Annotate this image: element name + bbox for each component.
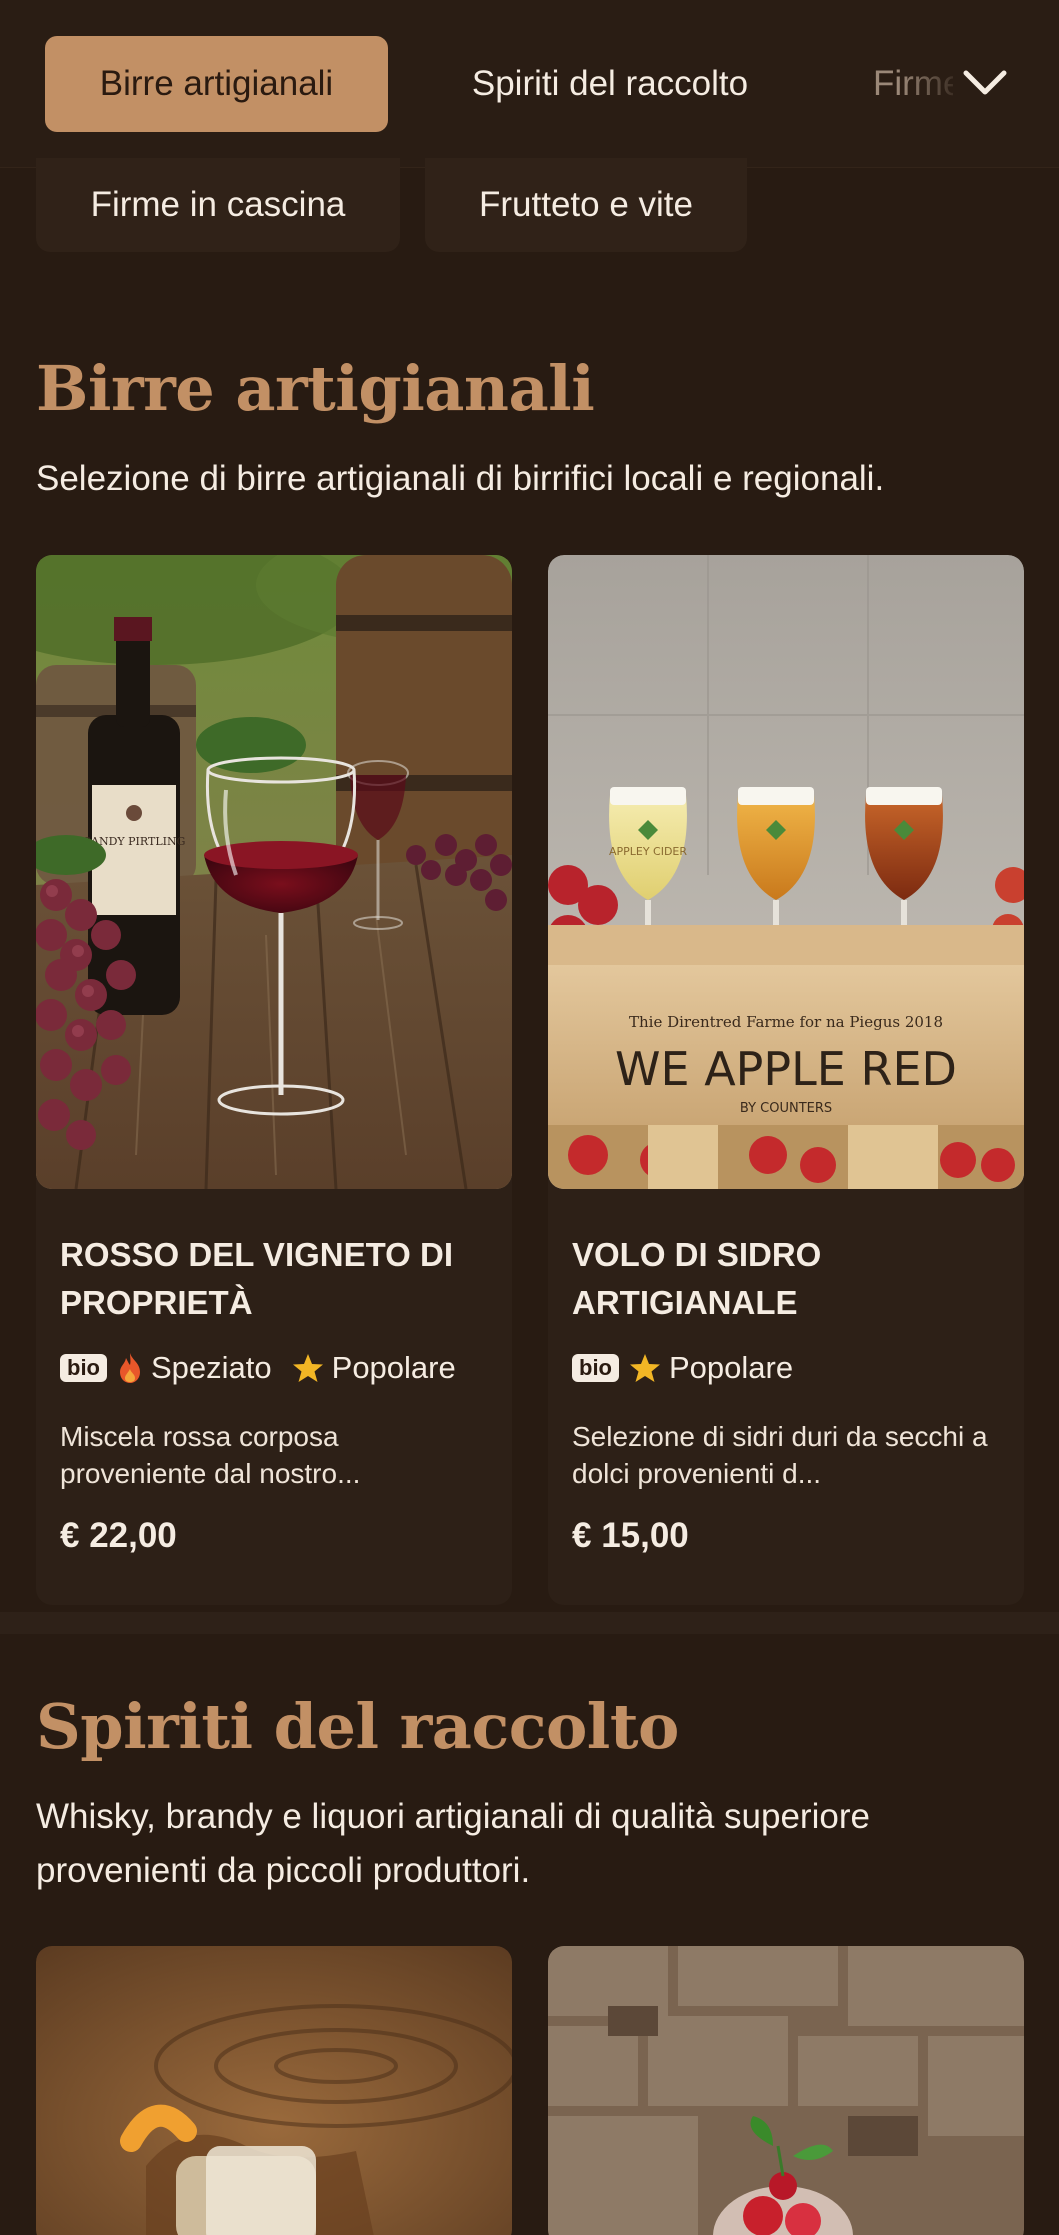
product-name: VOLO DI SIDRO ARTIGIANALE xyxy=(572,1236,822,1321)
crate-sub-text: BY COUNTERS xyxy=(740,1101,832,1116)
product-description: Selezione di sidri duri da secchi a dolc… xyxy=(572,1421,988,1489)
product-price: € 22,00 xyxy=(60,1516,177,1555)
product-card[interactable] xyxy=(36,1946,512,2235)
tag-label: Popolare xyxy=(331,1350,456,1385)
crate-main-text: WE APPLE RED xyxy=(615,1042,957,1096)
product-card[interactable] xyxy=(548,1946,1024,2235)
flame-icon xyxy=(120,1353,140,1383)
product-image xyxy=(548,1946,1024,2235)
category-nav: Birre artigianali Spiriti del raccolto F… xyxy=(0,0,1059,168)
tag-speziato: Speziato xyxy=(117,1350,272,1386)
bio-badge: bio xyxy=(572,1354,619,1382)
product-price: € 15,00 xyxy=(572,1516,689,1555)
tag-label: Speziato xyxy=(151,1350,272,1385)
tag-label: Popolare xyxy=(669,1350,794,1385)
pill-firme-in-cascina[interactable]: Firme in cascina xyxy=(36,158,400,252)
product-image: APPLEY CIDER Thie Direntred Farme for na… xyxy=(548,555,1024,1189)
star-icon xyxy=(630,1354,660,1382)
section-title: Spiriti del raccolto xyxy=(36,1690,679,1763)
product-tags: bio Popolare xyxy=(572,1348,803,1388)
section-title: Birre artigianali xyxy=(36,352,595,425)
product-description: Miscela rossa corposa proveniente dal no… xyxy=(60,1421,361,1489)
product-image: CANDY PIRTLING xyxy=(36,555,512,1189)
glass-label-text: APPLEY CIDER xyxy=(609,845,687,858)
tag-popolare: Popolare xyxy=(629,1350,793,1386)
tab-birre-artigianali[interactable]: Birre artigianali xyxy=(45,36,388,132)
star-icon xyxy=(292,1354,323,1382)
section-description: Whisky, brandy e liquori artigianali di … xyxy=(36,1797,870,1890)
tag-popolare: Popolare xyxy=(292,1350,456,1386)
pill-frutteto-e-vite[interactable]: Frutteto e vite xyxy=(425,158,747,252)
product-tags: bio Speziato Popolare xyxy=(60,1348,466,1388)
section-description: Selezione di birre artigianali di birrif… xyxy=(36,459,885,498)
chevron-down-icon[interactable] xyxy=(960,58,1010,108)
product-image xyxy=(36,1946,512,2235)
bio-badge: bio xyxy=(60,1354,107,1382)
page: Birre artigianali Spiriti del raccolto F… xyxy=(0,0,1059,2235)
crate-top-text: Thie Direntred Farme for na Piegus 2018 xyxy=(629,1013,943,1031)
tab-spiriti-del-raccolto[interactable]: Spiriti del raccolto xyxy=(440,36,780,132)
section-divider xyxy=(0,1612,1059,1634)
product-name: ROSSO DEL VIGNETO DI PROPRIETÀ xyxy=(60,1236,454,1321)
